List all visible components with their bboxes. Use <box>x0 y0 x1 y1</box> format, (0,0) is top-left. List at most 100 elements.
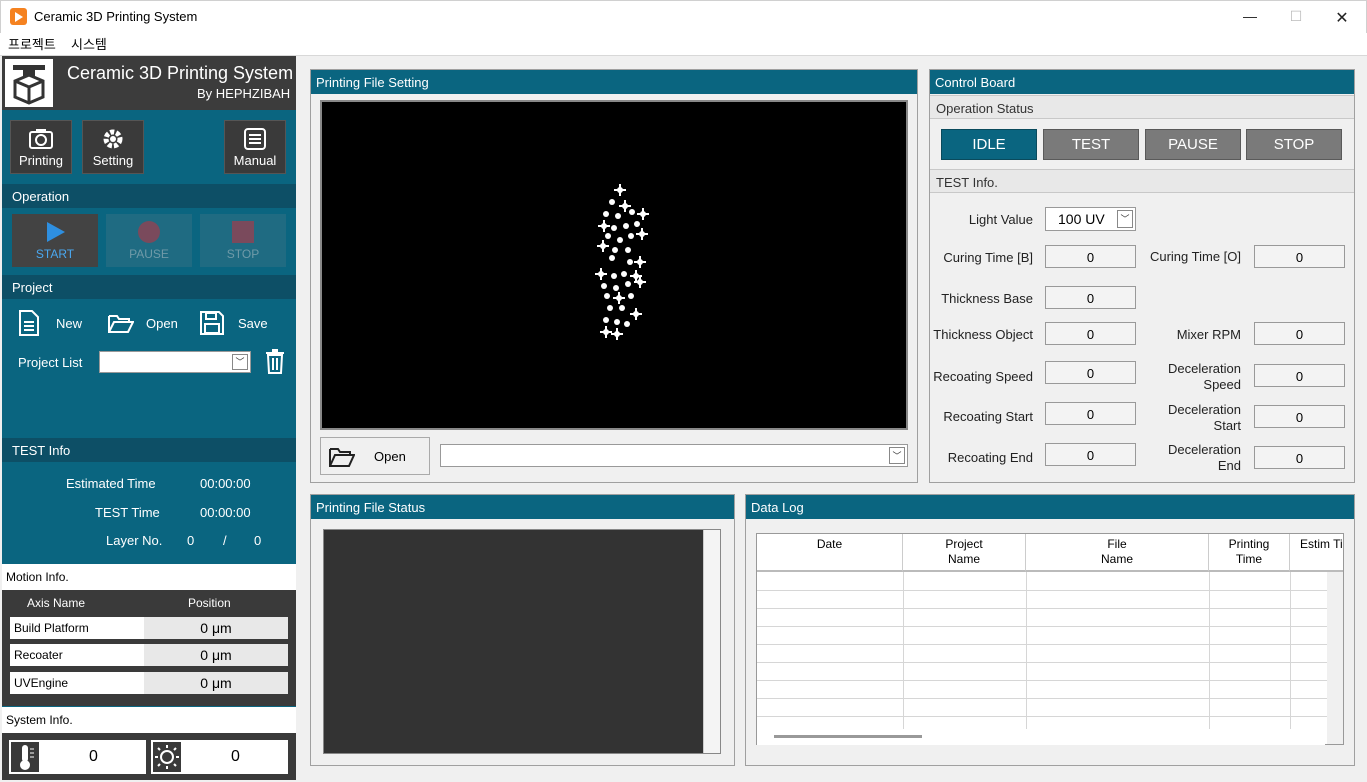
layer-total: 0 <box>254 533 262 548</box>
camera-icon <box>28 127 54 151</box>
stop-button[interactable]: STOP <box>200 214 286 267</box>
column-header-printing-time[interactable]: Printing Time <box>1209 534 1290 572</box>
thermometer-icon <box>9 740 41 774</box>
layer-current: 0 <box>187 533 195 548</box>
state-idle[interactable]: IDLE <box>941 129 1037 160</box>
layer-separator: / <box>223 533 227 548</box>
trash-icon[interactable] <box>264 348 286 374</box>
setting-label: Setting <box>92 153 134 168</box>
save-label: Save <box>238 316 268 331</box>
start-button[interactable]: START <box>12 214 98 267</box>
project-list-select[interactable]: ﹀ <box>99 351 251 373</box>
folder-open-icon <box>108 315 134 333</box>
close-button[interactable]: ✕ <box>1332 8 1352 27</box>
light-value-selected: 100 UV <box>1058 211 1105 227</box>
mixer-rpm-label: Mixer RPM <box>1176 327 1241 342</box>
row-divider <box>757 662 1327 663</box>
sun-icon <box>151 740 183 774</box>
curing-time-base-field[interactable]: 0 <box>1045 245 1136 268</box>
setting-button[interactable]: Setting <box>82 120 144 174</box>
test-info-subheader: TEST Info. <box>930 169 1354 193</box>
temperature-value: 0 <box>89 748 98 765</box>
horizontal-scroll-thumb[interactable] <box>774 735 922 738</box>
mixer-rpm-field[interactable]: 0 <box>1254 322 1345 345</box>
column-header-file-name[interactable]: File Name <box>1026 534 1209 572</box>
deceleration-speed-field[interactable]: 0 <box>1254 364 1345 387</box>
app-icon <box>10 8 27 25</box>
chevron-down-icon: ﹀ <box>232 354 248 370</box>
test-time-value: 00:00:00 <box>200 505 251 520</box>
menu-bar <box>0 33 1367 55</box>
column-divider <box>1209 572 1210 732</box>
open-project-button[interactable]: Open <box>108 310 180 336</box>
open-label: Open <box>146 316 178 331</box>
column-header-project-name[interactable]: Project Name <box>903 534 1026 572</box>
state-pause[interactable]: PAUSE <box>1145 129 1241 160</box>
column-divider <box>1026 572 1027 732</box>
test-time-label: TEST Time <box>95 505 160 520</box>
light-value: 0 <box>231 748 240 765</box>
file-select[interactable]: ﹀ <box>440 444 908 467</box>
state-stop[interactable]: STOP <box>1246 129 1342 160</box>
pause-button[interactable]: PAUSE <box>106 214 192 267</box>
title-bar <box>0 0 1367 33</box>
recoating-end-field[interactable]: 0 <box>1045 443 1136 466</box>
recoating-start-label: Recoating Start <box>943 409 1033 424</box>
sidebar: Ceramic 3D Printing System By HEPHZIBAH … <box>2 56 296 780</box>
deceleration-end-field[interactable]: 0 <box>1254 446 1345 469</box>
light-value-select[interactable]: 100 UV ﹀ <box>1045 207 1136 231</box>
thickness-base-field[interactable]: 0 <box>1045 286 1136 309</box>
recoating-start-field[interactable]: 0 <box>1045 402 1136 425</box>
sidebar-header: Ceramic 3D Printing System By HEPHZIBAH <box>2 56 296 110</box>
project-header: Project <box>2 275 296 299</box>
menu-project[interactable]: 프로젝트 <box>8 34 56 53</box>
play-icon <box>47 222 65 242</box>
deceleration-start-field[interactable]: 0 <box>1254 405 1345 428</box>
save-icon <box>200 311 224 335</box>
app-title: Ceramic 3D Printing System <box>67 63 294 83</box>
system-info-header: System Info. <box>2 707 296 733</box>
data-log-table[interactable]: Date Project Name File Name Printing Tim… <box>756 533 1344 745</box>
recoating-end-label: Recoating End <box>947 450 1033 465</box>
file-status-list <box>323 529 721 754</box>
menu-system[interactable]: 시스템 <box>71 34 107 53</box>
deceleration-start-label: Deceleration Start <box>1168 402 1241 433</box>
axis-name-cell: Recoater <box>10 644 144 666</box>
vertical-scrollbar[interactable] <box>703 530 720 753</box>
position-header: Position <box>188 596 231 610</box>
stop-icon <box>232 221 254 243</box>
open-file-button[interactable]: Open <box>320 437 430 475</box>
layer-preview-canvas[interactable] <box>320 100 908 430</box>
motion-info-header: Motion Info. <box>2 564 296 590</box>
maximize-button[interactable]: ☐ <box>1286 8 1306 26</box>
open-file-label: Open <box>374 449 406 464</box>
project-list-label: Project List <box>18 355 83 370</box>
manual-button[interactable]: Manual <box>224 120 286 174</box>
deceleration-end-label: Deceleration End <box>1168 442 1241 473</box>
data-log-header: Data Log <box>746 495 1354 519</box>
curing-time-object-field[interactable]: 0 <box>1254 245 1345 268</box>
record-icon <box>138 221 160 243</box>
state-test[interactable]: TEST <box>1043 129 1139 160</box>
curing-time-base-label: Curing Time [B] <box>943 250 1033 265</box>
row-divider <box>757 680 1327 681</box>
row-divider <box>757 698 1327 699</box>
column-header-date[interactable]: Date <box>757 534 903 572</box>
folder-open-icon <box>329 448 355 467</box>
save-project-button[interactable]: Save <box>200 310 270 336</box>
thickness-object-label: Thickness Object <box>933 327 1033 342</box>
printing-label: Printing <box>18 153 64 168</box>
row-divider <box>757 716 1327 717</box>
recoating-speed-field[interactable]: 0 <box>1045 361 1136 384</box>
curing-time-object-label: Curing Time [O] <box>1149 249 1241 264</box>
app-subtitle: By HEPHZIBAH <box>197 86 291 101</box>
manual-label: Manual <box>233 153 277 168</box>
printing-file-status-header: Printing File Status <box>311 495 734 519</box>
new-project-button[interactable]: New <box>18 310 88 336</box>
minimize-button[interactable]: — <box>1240 8 1260 26</box>
window-title: Ceramic 3D Printing System <box>34 9 198 24</box>
column-header-estimated-time[interactable]: Estim Ti <box>1290 534 1343 572</box>
thickness-object-field[interactable]: 0 <box>1045 322 1136 345</box>
test-info-header: TEST Info <box>2 438 296 462</box>
printing-button[interactable]: Printing <box>10 120 72 174</box>
